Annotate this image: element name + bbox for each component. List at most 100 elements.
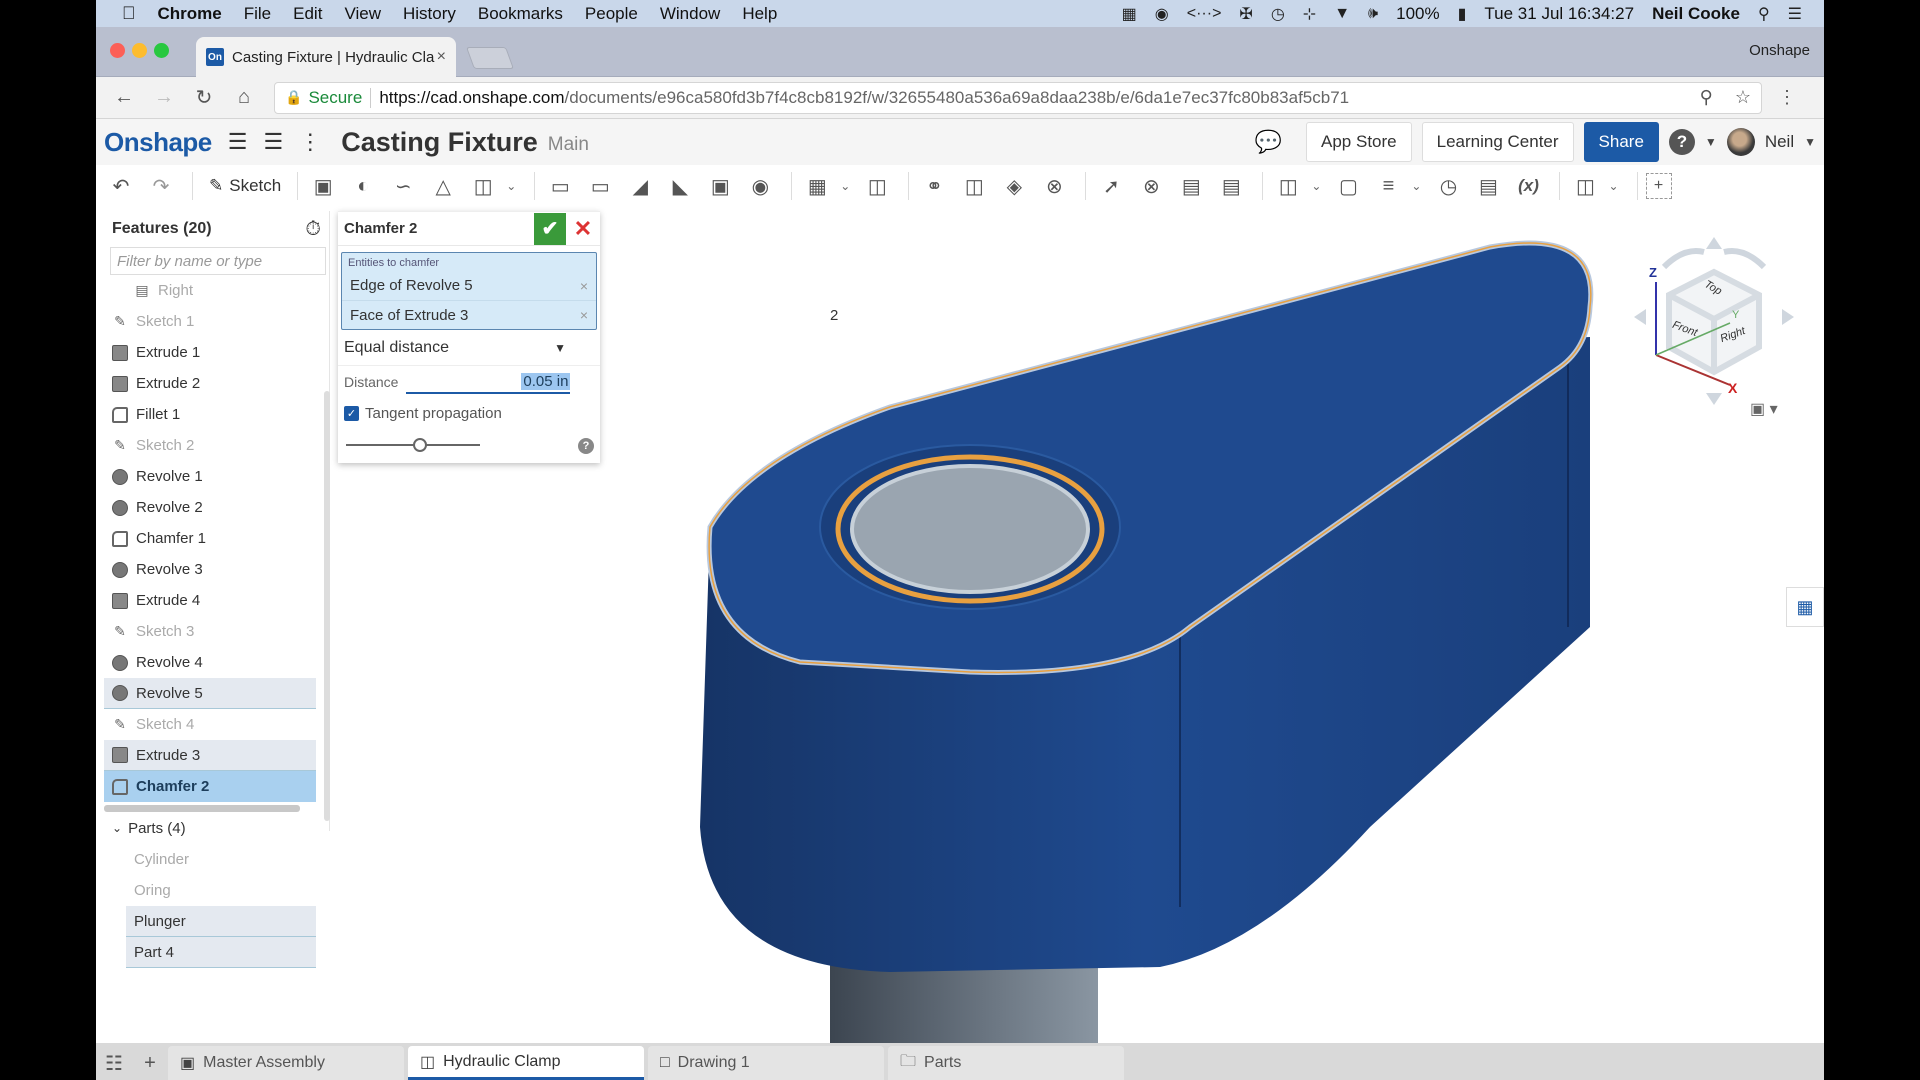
document-tab[interactable]: □ Drawing 1	[648, 1046, 884, 1080]
home-icon[interactable]: ⌂	[232, 86, 256, 109]
chevron-down-icon[interactable]: ⌄	[1311, 179, 1321, 193]
learning-center-button[interactable]: Learning Center	[1421, 122, 1574, 162]
sweep-icon[interactable]: ∽	[386, 169, 420, 203]
chevron-down-icon[interactable]: ⌄	[506, 179, 516, 193]
redo-icon[interactable]: ↷	[144, 169, 178, 203]
chamfer-icon[interactable]: ▭	[583, 169, 617, 203]
entities-selection-box[interactable]: Entities to chamfer Edge of Revolve 5 × F…	[341, 252, 597, 330]
time-machine-icon[interactable]: ◷	[1271, 4, 1285, 24]
transform-icon[interactable]: ◈	[997, 169, 1031, 203]
fillet-icon[interactable]: ▭	[543, 169, 577, 203]
feature-item[interactable]: Extrude 3	[104, 740, 316, 771]
slider-handle[interactable]	[412, 438, 427, 452]
profile-label[interactable]: Onshape	[1749, 42, 1810, 59]
delete-part-icon[interactable]: ⊗	[1037, 169, 1071, 203]
feature-item[interactable]: ▤ Right	[104, 275, 316, 306]
bluetooth-icon[interactable]: ⊹	[1303, 4, 1316, 24]
feature-item[interactable]: Extrude 4	[104, 585, 316, 616]
add-custom-feature-icon[interactable]: +	[1645, 173, 1672, 199]
feature-item[interactable]: Extrude 1	[104, 337, 316, 368]
thicken-icon[interactable]: ◫	[466, 169, 500, 203]
user-name[interactable]: Neil Cooke	[1652, 4, 1740, 24]
derived-icon[interactable]: ▤	[1471, 169, 1505, 203]
document-tab[interactable]: ▣ Master Assembly	[168, 1046, 404, 1080]
delete-face-icon[interactable]: ⊗	[1134, 169, 1168, 203]
feature-list-hscrollbar[interactable]	[104, 805, 300, 812]
menu-people[interactable]: People	[585, 4, 638, 24]
feature-list-scrollbar[interactable]	[324, 391, 330, 821]
parts-section-header[interactable]: ⌄ Parts (4)	[104, 812, 329, 844]
draft-icon[interactable]: ◢	[623, 169, 657, 203]
revolve-icon[interactable]: ◐	[346, 169, 380, 203]
url-input[interactable]: 🔒 Secure https://cad.onshape.com/documen…	[274, 81, 1762, 114]
minimize-window-button[interactable]	[132, 43, 147, 58]
sketch-button[interactable]: ✎ Sketch	[201, 176, 289, 196]
feature-item[interactable]: Revolve 3	[104, 554, 316, 585]
extrude-icon[interactable]: ▣	[306, 169, 340, 203]
view-cube[interactable]: Z X Y Top Front Right ▣ ▾	[1624, 227, 1804, 418]
undo-icon[interactable]: ↶	[104, 169, 138, 203]
help-icon[interactable]: ?	[1668, 129, 1695, 155]
code-icon[interactable]: <···>	[1187, 5, 1222, 23]
browser-tab[interactable]: On Casting Fixture | Hydraulic Cla ×	[196, 37, 456, 77]
replace-face-icon[interactable]: ▤	[1214, 169, 1248, 203]
key-icon[interactable]: ⚲	[1700, 87, 1713, 108]
workspace-name[interactable]: Main	[548, 134, 589, 156]
boolean-icon[interactable]: ⚭	[917, 169, 951, 203]
measure-icon[interactable]: ◷	[1431, 169, 1465, 203]
apple-icon[interactable]: 	[122, 3, 136, 24]
distance-input[interactable]: 0.05 in	[406, 370, 571, 394]
maximize-window-button[interactable]	[154, 43, 169, 58]
feature-filter-input[interactable]: Filter by name or type	[110, 247, 326, 275]
move-face-icon[interactable]: ▤	[1174, 169, 1208, 203]
menu-bookmarks[interactable]: Bookmarks	[478, 4, 563, 24]
rotate-left-arrow-icon[interactable]	[1634, 309, 1646, 325]
feature-item[interactable]: Fillet 1	[104, 399, 316, 430]
user-caret-icon[interactable]: ▼	[1804, 135, 1816, 149]
tangent-propagation-row[interactable]: ✓ Tangent propagation	[338, 398, 600, 428]
add-tab-icon[interactable]: +	[132, 1046, 168, 1080]
tangent-propagation-checkbox[interactable]: ✓	[344, 405, 359, 421]
part-item[interactable]: Oring	[104, 875, 316, 906]
cancel-button[interactable]: ✕	[566, 213, 600, 245]
help-caret-icon[interactable]: ▼	[1705, 135, 1717, 149]
chevron-down-icon[interactable]: ⌄	[1608, 179, 1618, 193]
feature-item[interactable]: ✎ Sketch 2	[104, 430, 316, 461]
feature-item[interactable]: Chamfer 2	[104, 771, 316, 802]
entity-item[interactable]: Face of Extrude 3 ×	[342, 300, 596, 329]
feature-item[interactable]: Chamfer 1	[104, 523, 316, 554]
rotate-down-arrow-icon[interactable]	[1706, 393, 1722, 405]
part-item[interactable]: Part 4	[126, 937, 316, 968]
plunger-top[interactable]	[850, 464, 1090, 594]
mirror-icon[interactable]: ◫	[860, 169, 894, 203]
share-button[interactable]: Share	[1583, 122, 1659, 162]
helix-icon[interactable]: ≡	[1371, 169, 1405, 203]
menu-window[interactable]: Window	[660, 4, 720, 24]
hole-icon[interactable]: ◉	[743, 169, 777, 203]
bookmark-star-icon[interactable]: ☆	[1735, 87, 1751, 108]
rotate-up-arrow-icon[interactable]	[1706, 237, 1722, 249]
fan-icon[interactable]: ✠	[1239, 4, 1252, 24]
menu-edit[interactable]: Edit	[293, 4, 322, 24]
remove-entity-icon[interactable]: ×	[580, 307, 588, 323]
menu-app[interactable]: Chrome	[158, 4, 222, 24]
volume-icon[interactable]: 🕪	[1368, 5, 1378, 23]
close-window-button[interactable]	[110, 43, 125, 58]
comments-icon[interactable]: 💬	[1255, 129, 1282, 155]
mate-connector-icon[interactable]: ▢	[1331, 169, 1365, 203]
feature-item[interactable]: Revolve 4	[104, 647, 316, 678]
entity-item[interactable]: Edge of Revolve 5 ×	[342, 271, 596, 300]
split-icon[interactable]: ◫	[957, 169, 991, 203]
document-title[interactable]: Casting Fixture	[341, 127, 538, 158]
versions-history-icon[interactable]: ☰	[263, 129, 283, 155]
feature-item[interactable]: ✎ Sketch 4	[104, 709, 316, 740]
feature-item[interactable]: ✎ Sketch 1	[104, 306, 316, 337]
menu-view[interactable]: View	[344, 4, 381, 24]
part-item[interactable]: Cylinder	[104, 844, 316, 875]
menu-file[interactable]: File	[244, 4, 271, 24]
chevron-down-icon[interactable]: ⌄	[1411, 179, 1421, 193]
pattern-icon[interactable]: ▦	[800, 169, 834, 203]
part-item[interactable]: Plunger	[126, 906, 316, 937]
reload-icon[interactable]: ↻	[192, 85, 216, 110]
remove-entity-icon[interactable]: ×	[580, 278, 588, 294]
